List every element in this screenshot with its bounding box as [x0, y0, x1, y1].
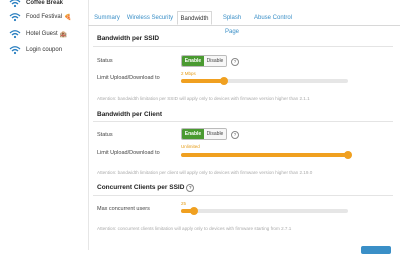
sidebar-item-login-coupon[interactable]: Login coupon: [9, 44, 62, 56]
section-title-ssid: Bandwidth per SSID: [97, 35, 160, 42]
client-status-toggle[interactable]: Enable Disable: [181, 128, 227, 140]
tab-splash-page[interactable]: Splash Page: [215, 11, 249, 35]
limit-label: Limit Upload/Download to: [97, 150, 160, 156]
enable-option[interactable]: Enable: [182, 129, 204, 139]
ssid-sidebar: Coffee Break Food Festival 🍕 Hotel Guest…: [0, 0, 89, 250]
tab-wireless-security[interactable]: Wireless Security: [126, 11, 174, 25]
hotel-icon: 🏨: [59, 31, 68, 38]
divider: [93, 121, 393, 122]
tab-bandwidth[interactable]: Bandwidth: [177, 11, 212, 25]
slider-handle[interactable]: [190, 206, 199, 215]
slider-fill: [181, 153, 348, 157]
section-title-text: Concurrent Clients per SSID: [97, 184, 185, 191]
slider-value: 25: [181, 201, 187, 206]
sidebar-item-hotel-guest[interactable]: Hotel Guest 🏨: [9, 28, 67, 40]
client-bandwidth-slider[interactable]: [181, 150, 352, 159]
status-label: Status: [97, 58, 113, 64]
help-icon[interactable]: ?: [231, 131, 239, 139]
slider-handle[interactable]: [344, 150, 352, 159]
sidebar-item-label: Hotel Guest: [26, 31, 58, 37]
sidebar-item-coffee-break[interactable]: Coffee Break: [9, 0, 63, 9]
max-users-label: Max concurrent users: [97, 206, 150, 212]
section-title-concurrent: Concurrent Clients per SSID ?: [97, 184, 195, 192]
slider-handle[interactable]: [220, 76, 229, 85]
ssid-status-toggle[interactable]: Enable Disable: [181, 55, 227, 67]
slider-value: Unlimited: [181, 144, 200, 149]
wifi-icon: [9, 30, 21, 39]
enable-option[interactable]: Enable: [182, 56, 204, 66]
ssid-bandwidth-slider[interactable]: [181, 76, 348, 85]
pizza-icon: 🍕: [64, 14, 72, 21]
status-label: Status: [97, 132, 113, 138]
sidebar-item-food-festival[interactable]: Food Festival 🍕: [9, 11, 72, 23]
tab-summary[interactable]: Summary: [92, 11, 122, 25]
divider: [93, 46, 393, 47]
slider-fill: [181, 79, 225, 83]
tab-bar: Summary Wireless Security Bandwidth Spla…: [88, 11, 400, 35]
sidebar-item-label: Login coupon: [26, 47, 63, 53]
ssid-note: Attention: bandwidth limitation per SSID…: [97, 96, 310, 101]
disable-option[interactable]: Disable: [204, 56, 226, 66]
client-note: Attention: bandwidth limitation per clie…: [97, 170, 313, 175]
section-title-client: Bandwidth per Client: [97, 111, 162, 118]
tab-abuse-control[interactable]: Abuse Control: [252, 11, 294, 25]
sidebar-item-label: Coffee Break: [26, 0, 64, 6]
sidebar-item-label: Food Festival: [26, 14, 63, 20]
wifi-icon: [9, 0, 21, 8]
wifi-icon: [9, 13, 21, 22]
slider-value: 2 Mbps: [181, 71, 196, 76]
save-button[interactable]: [361, 246, 391, 254]
limit-label: Limit Upload/Download to: [97, 75, 160, 81]
divider: [93, 195, 393, 196]
help-icon[interactable]: ?: [186, 184, 195, 192]
concurrent-users-slider[interactable]: [181, 206, 348, 215]
wifi-icon: [9, 46, 21, 55]
help-icon[interactable]: ?: [231, 58, 239, 66]
disable-option[interactable]: Disable: [204, 129, 226, 139]
concurrent-note: Attention: concurrent clients limitation…: [97, 226, 292, 231]
